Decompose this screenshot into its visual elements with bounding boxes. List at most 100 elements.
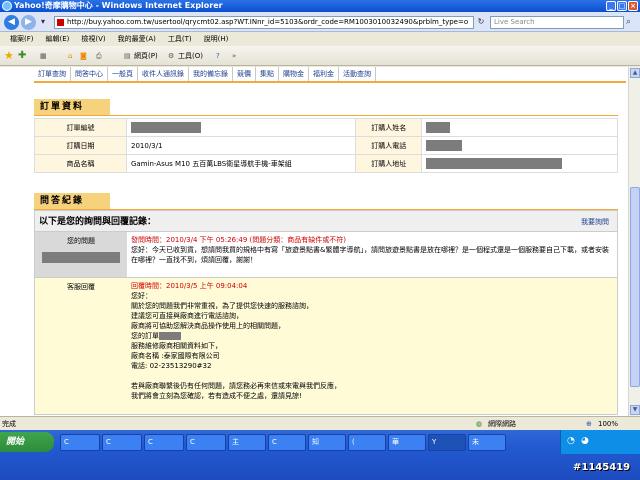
feeds-icon[interactable]: ◙ — [80, 46, 87, 66]
tab-points[interactable]: 集點 — [256, 67, 279, 81]
help-icon[interactable]: ? — [216, 46, 220, 66]
tab-bidding[interactable]: 競價 — [233, 67, 256, 81]
tray-icon[interactable]: ◔ — [567, 436, 575, 446]
scroll-down-icon[interactable]: ▼ — [630, 405, 640, 415]
order-section-title: 訂單資料 — [34, 99, 110, 116]
table-row: 訂購日期 2010/3/1 訂購人電話 — [34, 136, 618, 155]
home-icon[interactable]: ⌂ — [68, 46, 72, 66]
zone-text: 網際網路 — [488, 420, 516, 428]
taskbar-button[interactable]: C — [268, 434, 306, 451]
command-toolbar: ★ ✚ ▦ ⌂ ◙ ⎙ ▤ 網頁(P) ⚙ 工具(O) ? » — [0, 46, 640, 66]
answer-line: 我們將會立刻為您確認，若有造成不便之處，還請見諒! — [131, 392, 302, 400]
redacted-block — [42, 252, 120, 263]
menu-tools[interactable]: 工具(T) — [168, 33, 192, 46]
menu-favorites[interactable]: 我的最愛(A) — [118, 33, 156, 46]
minimize-button[interactable]: _ — [606, 1, 616, 11]
watermark-text: #1145419 — [573, 462, 631, 473]
answer-time: 回覆時間：2010/3/5 上午 09:04:04 — [131, 282, 248, 290]
url-text: http://buy.yahoo.com.tw/usertool/qrycmt0… — [67, 18, 469, 26]
tab-list-icon[interactable]: ▦ — [40, 46, 47, 66]
refresh-icon[interactable]: ↻ — [476, 17, 486, 27]
taskbar-button[interactable]: C — [102, 434, 142, 451]
research-icon[interactable]: » — [232, 46, 236, 66]
order-label: 訂單編號 — [34, 118, 127, 137]
menu-bar: 檔案(F) 編輯(E) 檢視(V) 我的最愛(A) 工具(T) 說明(H) — [0, 33, 640, 46]
tools-menu[interactable]: 工具(O) — [178, 46, 203, 66]
print-icon[interactable]: ⎙ — [96, 46, 102, 66]
answer-line: 關於您的問題我們非常重視，為了提供您快速的服務諮詢， — [131, 302, 313, 310]
tab-order-query[interactable]: 訂單查詢 — [34, 67, 71, 81]
chevron-down-icon[interactable]: ▾ — [38, 17, 48, 27]
order-label: 訂購人地址 — [355, 154, 423, 173]
window-title: Yahoo!奇摩購物中心 - Windows Internet Explorer — [14, 1, 223, 10]
search-icon[interactable]: ⌕ — [626, 16, 638, 29]
maximize-button[interactable]: □ — [617, 1, 627, 11]
tab-address-book[interactable]: 收件人通訊錄 — [138, 67, 189, 81]
tab-qa-center[interactable]: 問答中心 — [71, 67, 108, 81]
page-icon[interactable]: ▤ — [124, 46, 131, 66]
zoom-icon[interactable]: ⊕ — [586, 417, 592, 431]
add-favorite-icon[interactable]: ✚ — [18, 46, 26, 66]
page-menu[interactable]: 網頁(P) — [134, 46, 158, 66]
order-label: 訂購人姓名 — [355, 118, 423, 137]
taskbar-button[interactable]: ( — [348, 434, 386, 451]
tray-icon[interactable]: ◕ — [581, 436, 589, 446]
ask-question-link[interactable]: 我要詢問 — [581, 211, 609, 233]
redacted-block — [426, 140, 463, 151]
system-tray: ◔ ◕ — [560, 430, 640, 454]
qa-header-text: 以下是您的詢問與回覆記錄： — [39, 217, 157, 227]
windows-taskbar: 開始 C C C C 主 C 知 ( 華 Y 未 ◔ ◕ — [0, 430, 640, 480]
order-table: 訂單編號 訂購人姓名 訂購日期 2010/3/1 訂購人電話 商品名稱 Gami… — [34, 118, 618, 173]
order-value — [421, 154, 618, 173]
zoom-level[interactable]: 100% — [598, 417, 618, 431]
search-input[interactable]: Live Search — [490, 16, 624, 29]
tab-welfare-credit[interactable]: 福利金 — [309, 67, 339, 81]
menu-file[interactable]: 檔案(F) — [10, 33, 34, 46]
window-titlebar: Yahoo!奇摩購物中心 - Windows Internet Explorer… — [0, 0, 640, 12]
answer-line: 您的訂單 — [131, 331, 613, 341]
taskbar-button[interactable]: 主 — [228, 434, 266, 451]
redacted-block — [426, 122, 451, 133]
redacted-block — [131, 122, 201, 133]
answer-line-text: 您的訂單 — [131, 332, 159, 340]
order-value — [421, 118, 618, 137]
taskbar-button[interactable]: C — [144, 434, 184, 451]
tab-activity-query[interactable]: 活動查詢 — [339, 67, 376, 81]
tab-general[interactable]: 一般頁 — [108, 67, 138, 81]
question-row: 您的問題 發問時間：2010/3/4 下午 05:26:49 (問題分類：商品有… — [34, 232, 618, 278]
order-label: 訂購人電話 — [355, 136, 423, 155]
url-input[interactable]: http://buy.yahoo.com.tw/usertool/qrycmt0… — [54, 16, 474, 29]
table-row: 商品名稱 Gamin-Asus M10 五百萬LBS衛星導航手機-車架組 訂購人… — [34, 154, 618, 173]
answer-line: 廠商名稱 :泰家國際有限公司 — [131, 352, 220, 360]
taskbar-button[interactable]: C — [186, 434, 226, 451]
back-button[interactable]: ◀ — [4, 15, 19, 30]
taskbar-button[interactable]: 知 — [308, 434, 346, 451]
scroll-up-icon[interactable]: ▲ — [630, 68, 640, 78]
tab-shopping-credit[interactable]: 購物金 — [279, 67, 309, 81]
question-who: 您的問題 — [35, 232, 127, 277]
forward-button[interactable]: ▶ — [21, 15, 36, 30]
answer-message: 回覆時間：2010/3/5 上午 09:04:04 您好： 關於您的問題我們非常… — [127, 278, 617, 414]
menu-help[interactable]: 說明(H) — [204, 33, 229, 46]
start-button[interactable]: 開始 — [0, 432, 54, 452]
order-section-divider — [34, 115, 618, 116]
tab-memo[interactable]: 我的備忘錄 — [189, 67, 233, 81]
qa-section-title: 問答紀錄 — [34, 193, 110, 210]
menu-view[interactable]: 檢視(V) — [81, 33, 105, 46]
taskbar-button[interactable]: C — [60, 434, 100, 451]
order-value — [125, 118, 357, 137]
menu-edit[interactable]: 編輯(E) — [46, 33, 70, 46]
scroll-thumb[interactable] — [630, 187, 640, 387]
address-bar: ◀ ▶ ▾ http://buy.yahoo.com.tw/usertool/q… — [0, 12, 640, 32]
status-text: 完成 — [2, 420, 16, 428]
table-row: 訂單編號 訂購人姓名 — [34, 118, 618, 137]
taskbar-button[interactable]: Y — [428, 434, 466, 451]
taskbar-button[interactable]: 未 — [468, 434, 506, 451]
gear-icon[interactable]: ⚙ — [168, 46, 174, 66]
vertical-scrollbar[interactable]: ▲ ▼ — [628, 67, 640, 416]
page-content: 訂單查詢 問答中心 一般頁 收件人通訊錄 我的備忘錄 競價 集點 購物金 福利金… — [0, 67, 628, 416]
answer-label: 客服回覆 — [35, 278, 127, 414]
close-button[interactable]: × — [628, 1, 638, 11]
taskbar-button[interactable]: 華 — [388, 434, 426, 451]
favorites-star-icon[interactable]: ★ — [4, 46, 14, 66]
